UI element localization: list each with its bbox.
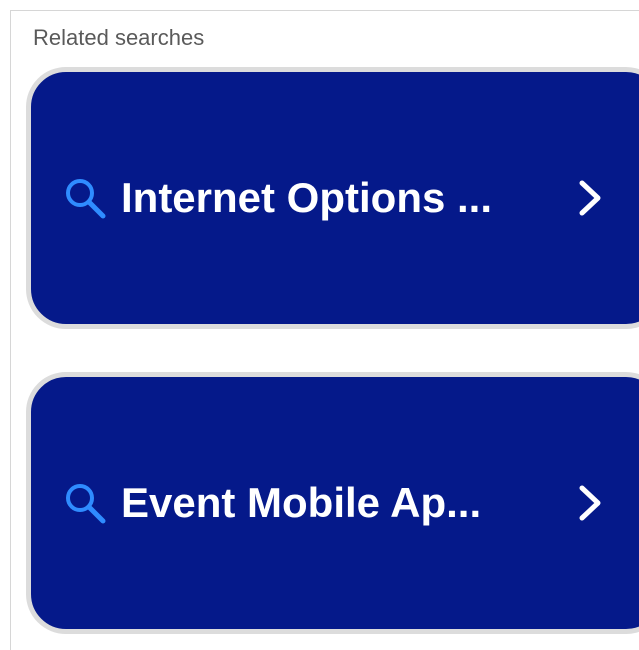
related-search-label: Event Mobile Ap... <box>121 479 482 526</box>
chevron-right-icon <box>577 178 603 218</box>
chevron-right-icon <box>577 483 603 523</box>
related-searches-panel: Related searches Internet Options ... Ev… <box>10 10 639 650</box>
search-icon <box>61 479 109 527</box>
search-icon <box>61 174 109 222</box>
related-searches-heading: Related searches <box>33 25 205 50</box>
related-search-card-internet-options[interactable]: Internet Options ... <box>26 67 639 329</box>
related-search-card-event-mobile-app[interactable]: Event Mobile Ap... <box>26 372 639 634</box>
related-search-label: Internet Options ... <box>121 174 493 221</box>
